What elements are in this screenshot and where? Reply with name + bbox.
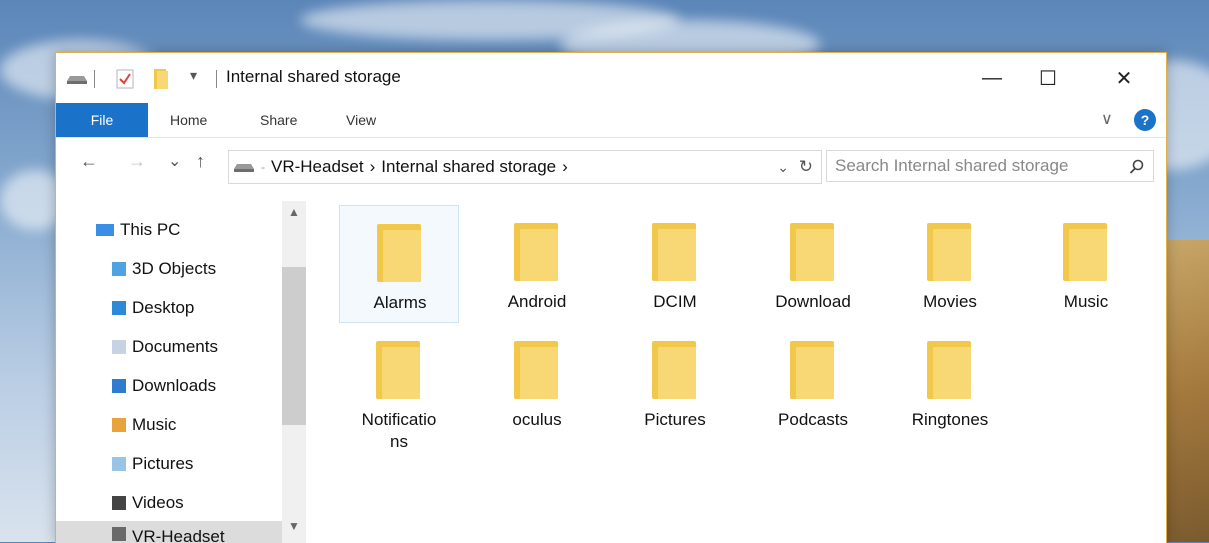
customize-quick-access-icon[interactable]: ▾: [190, 67, 197, 84]
maximize-button[interactable]: ☐: [1020, 53, 1076, 103]
folder-item[interactable]: Ringtones: [890, 323, 1010, 441]
search-placeholder: Search Internal shared storage: [835, 156, 1069, 175]
folder-item[interactable]: Android: [477, 205, 597, 323]
recent-locations-button[interactable]: ⌄: [168, 151, 181, 171]
back-button[interactable]: ←: [80, 151, 98, 172]
folder-name: Android: [507, 292, 567, 311]
file-explorer-window: ▾ Internal shared storage — ☐ ✕ File Hom…: [55, 52, 1167, 543]
sidebar-item-videos[interactable]: Videos: [112, 490, 184, 516]
sidebar-item-desktop[interactable]: Desktop: [112, 295, 194, 321]
folder-item[interactable]: Alarms: [339, 205, 459, 323]
scroll-down-icon[interactable]: ▼: [288, 519, 300, 533]
folder-icon: [927, 341, 971, 399]
new-folder-icon[interactable]: [154, 69, 168, 89]
folder-item[interactable]: Podcasts: [753, 323, 873, 441]
navigation-bar: ← → ⌄ ↑ - VR-Headset › Internal shared s…: [56, 137, 1166, 193]
pictures-icon: [112, 457, 126, 471]
folder-item[interactable]: Movies: [890, 205, 1010, 323]
tab-home[interactable]: Home: [170, 103, 207, 137]
sidebar-item-downloads[interactable]: Downloads: [112, 373, 216, 399]
title-separator: [94, 70, 95, 88]
folder-item[interactable]: Notifications: [339, 323, 459, 463]
tab-file[interactable]: File: [56, 103, 148, 137]
documents-icon: [112, 340, 126, 354]
3d-objects-icon: [112, 262, 126, 276]
folder-item[interactable]: Pictures: [615, 323, 735, 441]
folder-item[interactable]: Music: [1026, 205, 1146, 323]
vr-headset-icon: [112, 527, 126, 541]
navigation-pane: This PC 3D Objects Desktop Documents Dow…: [56, 193, 308, 543]
sidebar-item-pictures[interactable]: Pictures: [112, 451, 193, 477]
title-separator: [216, 70, 217, 88]
folder-icon: [652, 223, 696, 281]
folder-item[interactable]: DCIM: [615, 205, 735, 323]
minimize-button[interactable]: —: [964, 53, 1020, 103]
tab-view[interactable]: View: [346, 103, 376, 137]
tab-share[interactable]: Share: [260, 103, 297, 137]
help-icon[interactable]: ?: [1134, 109, 1156, 131]
breadcrumb-root-chevron[interactable]: -: [261, 160, 265, 174]
folder-name: oculus: [512, 410, 562, 429]
folder-name: Music: [1063, 292, 1109, 311]
folder-icon: [377, 224, 421, 282]
drive-icon: [234, 164, 254, 172]
close-button[interactable]: ✕: [1096, 53, 1152, 103]
folder-icon: [514, 223, 558, 281]
folder-icon: [376, 341, 420, 399]
music-icon: [112, 418, 126, 432]
sidebar-scrollbar[interactable]: ▲ ▼: [282, 201, 306, 543]
breadcrumb-internal-storage[interactable]: Internal shared storage: [381, 157, 556, 177]
refresh-button[interactable]: ↻: [799, 157, 813, 177]
drive-icon: [67, 76, 87, 84]
folder-name: Pictures: [644, 410, 706, 429]
breadcrumb-separator[interactable]: ›: [562, 157, 568, 177]
folder-name: Download: [775, 292, 851, 311]
breadcrumb-separator[interactable]: ›: [370, 157, 376, 177]
folder-icon: [652, 341, 696, 399]
file-list: Alarms Android DCIM Download Movies Musi…: [326, 193, 1156, 543]
sidebar-item-music[interactable]: Music: [112, 412, 176, 438]
sidebar-item-this-pc[interactable]: This PC: [96, 217, 180, 243]
desktop-icon: [112, 301, 126, 315]
sidebar-item-3d-objects[interactable]: 3D Objects: [112, 256, 216, 282]
folder-icon: [514, 341, 558, 399]
folder-icon: [1063, 223, 1107, 281]
videos-icon: [112, 496, 126, 510]
window-title: Internal shared storage: [226, 67, 401, 86]
search-input[interactable]: Search Internal shared storage: [826, 150, 1154, 182]
breadcrumb-vr-headset[interactable]: VR-Headset: [271, 157, 364, 177]
properties-icon[interactable]: [116, 69, 134, 89]
folder-name: Alarms: [373, 293, 427, 312]
folder-item[interactable]: oculus: [477, 323, 597, 441]
sidebar-item-vr-headset[interactable]: VR-Headset: [112, 527, 225, 543]
address-dropdown-icon[interactable]: ⌄: [777, 159, 789, 176]
address-bar[interactable]: - VR-Headset › Internal shared storage ›…: [228, 150, 822, 184]
scroll-thumb[interactable]: [282, 267, 306, 425]
folder-name: DCIM: [653, 292, 697, 311]
up-button[interactable]: ↑: [196, 151, 205, 172]
folder-icon: [790, 223, 834, 281]
folder-icon: [927, 223, 971, 281]
expand-ribbon-icon[interactable]: ∨: [1101, 109, 1113, 129]
title-bar: ▾ Internal shared storage — ☐ ✕: [56, 53, 1166, 103]
folder-item[interactable]: Download: [753, 205, 873, 323]
folder-name: Movies: [923, 292, 977, 311]
search-icon: [1129, 159, 1144, 174]
folder-name: Podcasts: [778, 410, 848, 429]
this-pc-icon: [96, 224, 114, 236]
folder-name: Ringtones: [911, 410, 989, 429]
folder-name: Notifications: [361, 410, 437, 451]
forward-button[interactable]: →: [128, 151, 146, 172]
scroll-up-icon[interactable]: ▲: [288, 205, 300, 219]
downloads-icon: [112, 379, 126, 393]
sidebar-item-documents[interactable]: Documents: [112, 334, 218, 360]
folder-icon: [790, 341, 834, 399]
ribbon-tabs: File Home Share View ∨ ?: [56, 103, 1166, 138]
